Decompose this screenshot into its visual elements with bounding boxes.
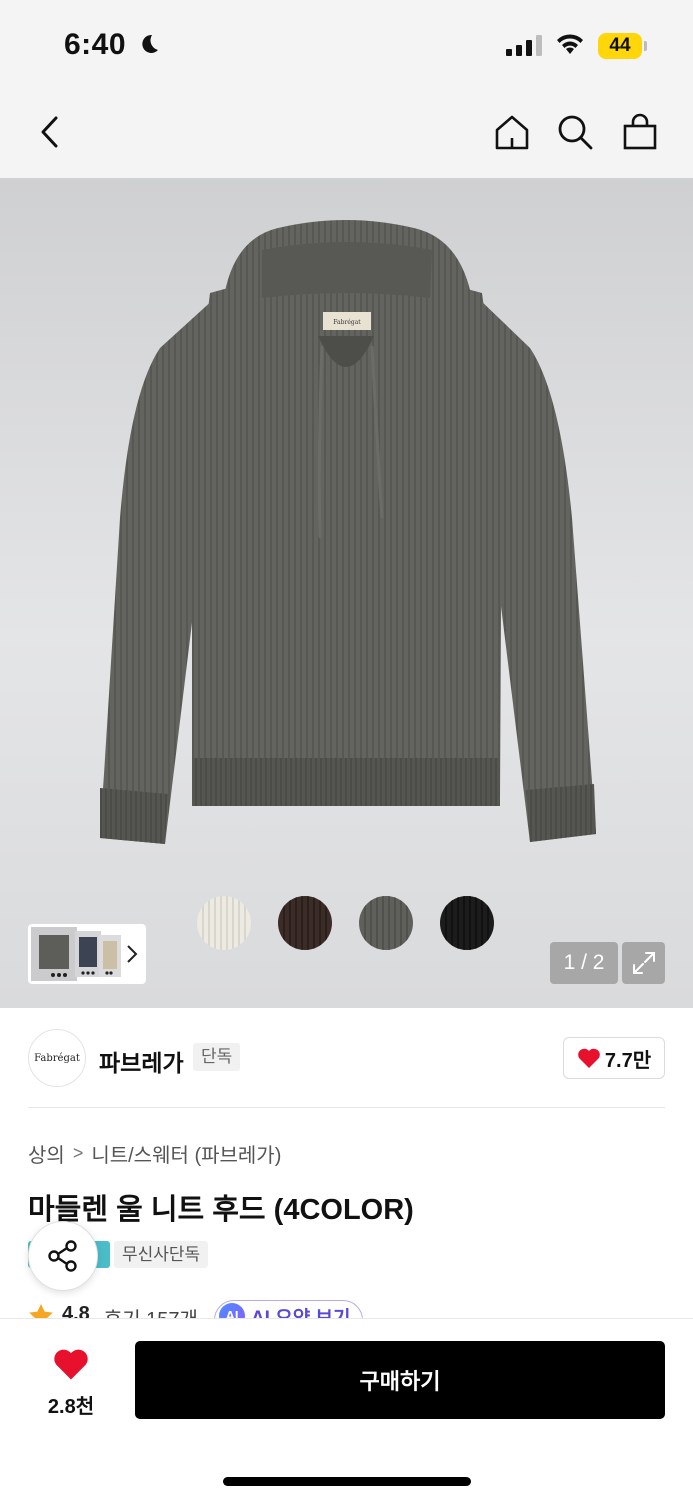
breadcrumb-separator: > xyxy=(72,1143,84,1163)
back-button[interactable] xyxy=(28,110,72,154)
wifi-icon xyxy=(557,34,583,54)
search-icon xyxy=(558,115,593,150)
buy-button[interactable]: 구매하기 xyxy=(135,1341,665,1419)
thumbnail-strip-button[interactable] xyxy=(28,924,146,984)
breadcrumb: 상의 > 니트/스웨터 (파브레가) xyxy=(28,1139,281,1168)
color-swatch-ivory[interactable] xyxy=(197,896,251,950)
nav-bar xyxy=(0,90,693,178)
brand-exclusive-badge: 단독 xyxy=(193,1043,241,1071)
color-thumbnails-icon xyxy=(31,927,121,981)
swatch-brown-texture xyxy=(278,896,332,950)
home-icon xyxy=(495,115,529,150)
chevron-left-icon xyxy=(41,116,58,148)
heart-icon xyxy=(578,1048,600,1068)
breadcrumb-subcategory[interactable]: 니트/스웨터 (파브레가) xyxy=(91,1139,281,1168)
brand-name[interactable]: 파브레가 xyxy=(99,1044,184,1078)
brand-like-count: 7.7만 xyxy=(604,1049,652,1072)
shopping-bag-icon xyxy=(623,113,657,150)
wishlist-count: 2.8천 xyxy=(47,1396,95,1418)
color-swatch-brown[interactable] xyxy=(278,896,332,950)
hoodie-image: Fabrégat xyxy=(100,220,596,844)
brand-like-button[interactable]: 7.7만 xyxy=(563,1037,665,1079)
divider xyxy=(28,1107,665,1108)
swatch-gray-texture xyxy=(359,896,413,950)
cellular-signal-icon xyxy=(506,34,542,56)
moon-icon xyxy=(142,34,158,53)
bottom-action-bar: 2.8천 구매하기 xyxy=(0,1318,693,1500)
exclusive-tag: 무신사단독 xyxy=(114,1241,209,1268)
expand-icon xyxy=(632,952,655,974)
share-icon xyxy=(48,1240,77,1272)
status-time: 6:40 xyxy=(64,28,127,61)
battery-tip xyxy=(644,41,647,51)
heart-icon xyxy=(54,1349,88,1380)
wishlist-button[interactable]: 2.8천 xyxy=(36,1347,106,1419)
expand-image-button[interactable] xyxy=(622,942,665,984)
search-button[interactable] xyxy=(553,110,597,154)
product-title: 마들렌 울 니트 후드 (4COLOR) xyxy=(28,1194,414,1226)
battery-indicator: 44 xyxy=(598,33,642,59)
svg-text:Fabrégat: Fabrégat xyxy=(333,319,361,326)
share-button[interactable] xyxy=(28,1221,98,1291)
image-counter: 1 / 2 xyxy=(550,942,618,984)
cart-button[interactable] xyxy=(618,110,662,154)
home-button[interactable] xyxy=(490,110,534,154)
breadcrumb-category[interactable]: 상의 xyxy=(28,1139,65,1168)
chevron-right-icon xyxy=(127,945,138,963)
color-swatch-black[interactable] xyxy=(440,896,494,950)
status-bar: 6:40 44 xyxy=(0,0,693,90)
product-image-gallery[interactable]: Fabrégat 1 / 2 xyxy=(0,178,693,1008)
brand-logo[interactable]: Fabrégat xyxy=(28,1029,86,1087)
swatch-ivory-texture xyxy=(197,896,251,950)
color-swatch-gray[interactable] xyxy=(359,896,413,950)
swatch-black-texture xyxy=(440,896,494,950)
home-indicator xyxy=(223,1477,471,1486)
